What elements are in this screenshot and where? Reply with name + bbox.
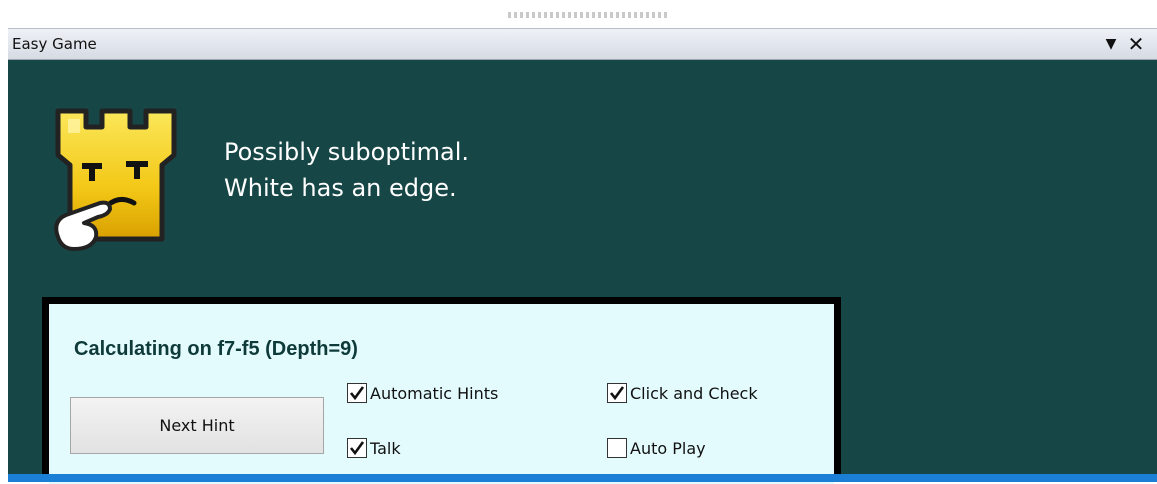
feedback-line-2: White has an edge. bbox=[224, 174, 457, 202]
click-and-check-checkbox[interactable]: Click and Check bbox=[607, 383, 758, 403]
checkbox-box[interactable] bbox=[347, 438, 367, 458]
splitter-grip[interactable] bbox=[508, 12, 670, 18]
checkbox-box[interactable] bbox=[347, 383, 367, 403]
window-left-edge bbox=[0, 28, 8, 474]
automatic-hints-label: Automatic Hints bbox=[370, 383, 499, 403]
panel-titlebar: Easy Game ▼ ✕ bbox=[8, 28, 1157, 60]
next-hint-button[interactable]: Next Hint bbox=[70, 397, 324, 454]
checkmark-icon bbox=[609, 386, 625, 401]
checkbox-box[interactable] bbox=[607, 438, 627, 458]
close-icon[interactable]: ✕ bbox=[1126, 32, 1146, 56]
talk-checkbox[interactable]: Talk bbox=[347, 438, 401, 458]
panel-title: Easy Game bbox=[12, 35, 97, 53]
splitter-bar[interactable] bbox=[0, 0, 1157, 28]
checkbox-box[interactable] bbox=[607, 383, 627, 403]
calculation-status: Calculating on f7-f5 (Depth=9) bbox=[74, 338, 358, 360]
thinking-rook-icon bbox=[54, 108, 177, 251]
bottom-accent-bar bbox=[8, 474, 1157, 482]
feedback-line-1: Possibly suboptimal. bbox=[224, 138, 470, 166]
automatic-hints-checkbox[interactable]: Automatic Hints bbox=[347, 383, 498, 403]
triangle-down-icon[interactable]: ▼ bbox=[1101, 32, 1121, 56]
checkmark-icon bbox=[349, 386, 365, 401]
auto-play-label: Auto Play bbox=[630, 438, 706, 458]
talk-label: Talk bbox=[370, 438, 401, 458]
hint-card-border: Calculating on f7-f5 (Depth=9) Next Hint… bbox=[42, 297, 841, 484]
checkmark-icon bbox=[349, 441, 365, 456]
move-feedback: Possibly suboptimal. White has an edge. bbox=[224, 134, 469, 206]
click-and-check-label: Click and Check bbox=[630, 383, 758, 403]
hint-card: Calculating on f7-f5 (Depth=9) Next Hint… bbox=[49, 304, 834, 484]
auto-play-checkbox[interactable]: Auto Play bbox=[607, 438, 706, 458]
